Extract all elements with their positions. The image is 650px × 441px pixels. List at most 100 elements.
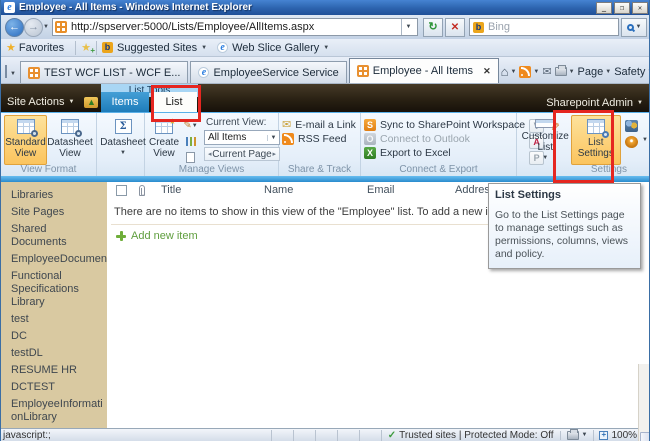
select-all-checkbox[interactable] — [116, 185, 127, 196]
chevron-down-icon: ▼ — [637, 100, 643, 106]
current-view-select[interactable]: All Items ▼ — [204, 130, 281, 145]
divider — [111, 224, 531, 225]
create-column-button[interactable] — [182, 134, 199, 149]
chevron-down-icon: ▼ — [267, 134, 279, 141]
sidebar-item-employeeinformationlibrary[interactable]: EmployeeInformationLibrary — [11, 398, 105, 424]
print-button[interactable]: ▼ — [554, 65, 575, 76]
previous-page-icon[interactable]: ◂ — [208, 150, 212, 158]
favorites-button[interactable]: Favorites — [19, 42, 64, 54]
customize-list-button[interactable]: ✎ Customize List ▼ — [520, 115, 571, 165]
history-dropdown-icon[interactable]: ▼ — [43, 24, 49, 30]
customize-list-label: Customize List — [521, 131, 569, 153]
tab-items[interactable]: Items — [101, 92, 149, 112]
workflow-settings-button[interactable] — [623, 118, 640, 133]
modify-view-button[interactable]: ✎ ▼ — [182, 118, 199, 133]
datasheet-dropdown-button[interactable]: Σ Datasheet ▼ — [100, 115, 146, 165]
tab-list[interactable]: List — [151, 92, 197, 112]
compatibility-button[interactable]: ▼ — [559, 428, 594, 440]
navigate-up-button[interactable] — [182, 150, 199, 165]
web-slice-gallery-button[interactable]: e Web Slice Gallery ▼ — [217, 42, 329, 54]
connect-outlook-button[interactable]: O Connect to Outlook — [364, 133, 525, 145]
next-page-icon[interactable]: ▸ — [272, 150, 276, 158]
sharepoint-favicon-icon — [356, 65, 369, 77]
scrollbar-thumb[interactable] — [640, 432, 649, 441]
search-button[interactable]: ▼ — [621, 17, 647, 37]
add-new-item-link[interactable]: Add new item — [116, 230, 198, 242]
column-header-email[interactable]: Email — [367, 184, 395, 196]
sidebar-item-dctest[interactable]: DCTEST — [11, 381, 105, 394]
search-dropdown-icon[interactable]: ▼ — [636, 24, 642, 30]
security-zone-label: Trusted sites | Protected Mode: Off — [399, 429, 554, 441]
close-button[interactable]: ✕ — [632, 1, 648, 14]
favorites-star-icon: ★ — [6, 42, 16, 54]
chevron-down-icon[interactable]: ▼ — [642, 137, 648, 143]
list-permissions-button[interactable] — [623, 134, 640, 149]
group-label: View Format — [20, 164, 77, 175]
sidebar-item-site-pages[interactable]: Site Pages — [11, 206, 105, 219]
sharepoint-favicon-icon — [27, 66, 40, 79]
url-text[interactable]: http://spserver:5000/Lists/Employee/AllI… — [71, 21, 401, 33]
sidebar-item-test[interactable]: test — [11, 313, 105, 326]
close-tab-icon[interactable]: ✕ — [483, 66, 491, 77]
sidebar-item-resume-hr[interactable]: RESUME HR — [11, 364, 105, 377]
sidebar-item-testdl[interactable]: testDL — [11, 347, 105, 360]
site-actions-menu[interactable]: Site Actions ▼ — [7, 96, 74, 108]
sync-workspace-button[interactable]: S Sync to SharePoint Workspace — [364, 119, 525, 131]
sigma-icon: Σ — [114, 119, 132, 134]
export-excel-button[interactable]: X Export to Excel — [364, 147, 525, 159]
back-button[interactable]: ← — [5, 17, 24, 37]
suggested-sites-button[interactable]: b Suggested Sites ▼ — [102, 42, 207, 54]
window-title: Employee - All Items - Windows Internet … — [19, 2, 252, 13]
home-button[interactable]: ⌂ ▼ — [501, 65, 517, 78]
stop-button[interactable]: ✕ — [445, 17, 465, 37]
list-settings-gear-icon — [586, 119, 609, 138]
status-segment — [336, 429, 359, 441]
url-dropdown-icon[interactable]: ▼ — [401, 19, 415, 35]
email-link-label: E-mail a Link — [295, 119, 356, 131]
quick-tabs-icon[interactable] — [5, 65, 7, 78]
browser-window: e Employee - All Items - Windows Interne… — [0, 0, 650, 441]
sidebar-item-functional-specifications-library[interactable]: Functional Specifications Library — [11, 270, 105, 309]
sidebar-header-libraries[interactable]: Libraries — [11, 189, 105, 202]
tab-test-wcf-list[interactable]: TEST WCF LIST - WCF E... — [19, 61, 189, 83]
sidebar-item-shared-documents[interactable]: Shared Documents — [11, 223, 105, 249]
tab-employee-all-items[interactable]: Employee - All Items ✕ — [348, 58, 499, 83]
refresh-icon: ↻ — [428, 20, 438, 33]
rss-feed-label: RSS Feed — [298, 133, 347, 145]
user-menu[interactable]: Sharepoint Admin ▼ — [546, 97, 643, 109]
create-view-button[interactable]: ★ Create View — [148, 115, 180, 165]
page-menu[interactable]: Page ▼ — [578, 66, 612, 78]
read-mail-button[interactable]: ✉ — [542, 65, 551, 78]
minimize-button[interactable]: _ — [596, 1, 612, 14]
chevron-down-icon: ▼ — [191, 122, 198, 129]
rss-feed-button[interactable]: RSS Feed — [282, 133, 356, 145]
divider — [96, 40, 97, 55]
add-favorite-icon[interactable]: ★ — [81, 41, 95, 55]
page-navigation[interactable]: ◂ Current Page ▸ — [204, 147, 281, 161]
list-settings-button[interactable]: List Settings — [570, 115, 622, 165]
chevron-down-icon: ▼ — [568, 68, 575, 75]
search-input[interactable]: b Bing — [469, 18, 619, 36]
email-link-button[interactable]: ✉ E-mail a Link — [282, 119, 356, 131]
column-header-title[interactable]: Title — [161, 184, 181, 196]
list-settings-tooltip: List Settings Go to the List Settings pa… — [488, 183, 641, 269]
security-zone-status[interactable]: ✓ Trusted sites | Protected Mode: Off — [380, 429, 560, 441]
restore-button[interactable]: ❐ — [614, 1, 630, 14]
safety-menu[interactable]: Safety▼ — [614, 66, 649, 78]
vertical-scrollbar[interactable]: ▼ — [638, 364, 649, 441]
tab-employeeservice[interactable]: e EmployeeService Service — [190, 61, 347, 83]
tab-title: EmployeeService Service — [213, 66, 339, 79]
tab-list-dropdown-icon[interactable]: ▼ — [10, 71, 16, 77]
datasheet-view-button[interactable]: Datasheet View — [47, 115, 93, 165]
forward-button[interactable]: → — [24, 17, 43, 37]
rss-feeds-button[interactable]: ▼ — [519, 65, 539, 78]
sidebar-item-dc[interactable]: DC — [11, 330, 105, 343]
address-input[interactable]: http://spserver:5000/Lists/Employee/AllI… — [51, 18, 418, 36]
navigate-up-icon[interactable]: ▲ — [84, 96, 99, 108]
column-chart-icon — [185, 137, 196, 146]
standard-view-button[interactable]: Standard View — [4, 115, 47, 165]
sidebar-item-employeedocument[interactable]: EmployeeDocument — [11, 253, 107, 266]
refresh-button[interactable]: ↻ — [423, 17, 443, 37]
column-header-name[interactable]: Name — [264, 184, 293, 196]
tab-bar: ▼ TEST WCF LIST - WCF E... e EmployeeSer… — [1, 57, 649, 84]
